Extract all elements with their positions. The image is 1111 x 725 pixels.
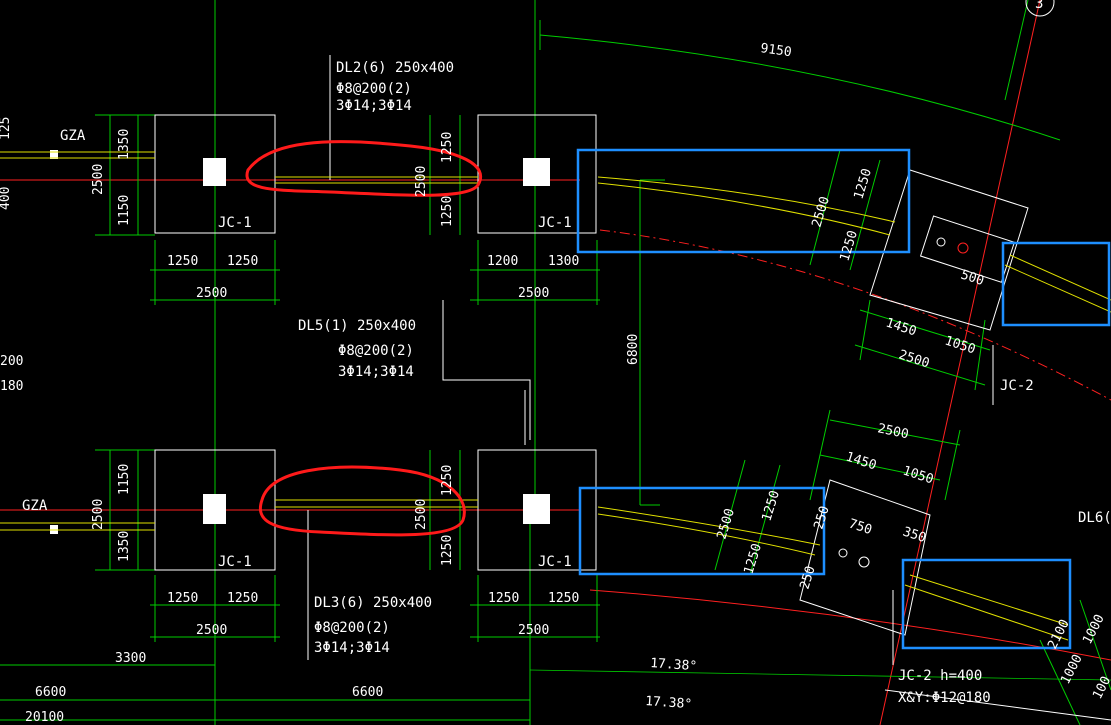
dl5-title: DL5(1) 250x400 (298, 318, 416, 334)
dim-1250-n: 1250 (741, 542, 764, 576)
dl6-label: DL6( (1078, 510, 1111, 526)
dim-6600-a: 6600 (35, 685, 66, 700)
column-top-right (523, 158, 550, 186)
dl3-title: DL3(6) 250x400 (314, 595, 432, 611)
jc2-height-note: JC-2 h=400 (898, 668, 982, 684)
dim-2500-b: 2500 (91, 499, 106, 530)
blue-markups (576, 148, 1111, 650)
dim-100: 100 (1090, 674, 1111, 702)
dim-1000-a: 1000 (1080, 612, 1108, 647)
dim-1250-g: 1250 (167, 591, 198, 606)
blue-markup-4 (901, 558, 1072, 650)
dim-1450-b: 1450 (844, 450, 878, 474)
dim-400-left: 400 (0, 187, 13, 210)
dim-1150-b: 1150 (117, 464, 132, 495)
red-markup-bottom (259, 465, 466, 537)
dim-1250-c: 1250 (440, 465, 455, 496)
dim-500: 500 (959, 268, 986, 290)
jc2-rebar-note: X&Y:Φ12@180 (898, 690, 991, 706)
footing-jc2-top (869, 169, 1029, 331)
dl2-bars: 3Φ14;3Φ14 (336, 98, 412, 114)
dim-1050-a: 1050 (943, 334, 977, 358)
dim-2500-h: 2500 (518, 623, 549, 638)
dim-1350-b: 1350 (117, 531, 132, 562)
cad-drawing-canvas[interactable]: DL2(6) 250x400 Φ8@200(2) 3Φ14;3Φ14 DL5(1… (0, 0, 1111, 725)
dl2-stirrup: Φ8@200(2) (336, 81, 412, 97)
dim-200-left: 200 (0, 354, 23, 369)
dim-6600-b: 6600 (352, 685, 383, 700)
blue-markup-2 (1001, 241, 1111, 327)
dim-750: 750 (847, 517, 874, 539)
dim-1250-e: 1250 (167, 254, 198, 269)
dim-20100: 20100 (25, 710, 64, 725)
dim-2500-j: 2500 (897, 348, 931, 372)
dl2-title: DL2(6) 250x400 (336, 60, 454, 76)
axis-lines (0, 0, 1111, 725)
dim-2500-f: 2500 (518, 286, 549, 301)
dim-2500-l: 2500 (714, 507, 737, 541)
dimension-lines (0, 0, 1111, 725)
column-bottom-right (523, 494, 550, 524)
dim-1250-i: 1250 (488, 591, 519, 606)
dim-2500-k: 2500 (876, 421, 910, 442)
dl3-stirrup: Φ8@200(2) (314, 620, 390, 636)
dim-2500-g: 2500 (196, 623, 227, 638)
column-top-left (203, 158, 226, 186)
dim-1250-a: 1250 (440, 132, 455, 163)
footing-outlines (154, 55, 1111, 721)
foundation-plan-drawing: DL2(6) 250x400 Φ8@200(2) 3Φ14;3Φ14 DL5(1… (0, 0, 1111, 725)
dim-2500-d: 2500 (414, 499, 429, 530)
annotations: DL2(6) 250x400 Φ8@200(2) 3Φ14;3Φ14 DL5(1… (0, 0, 1111, 725)
dim-1250-k: 1250 (851, 167, 874, 201)
dim-1300: 1300 (548, 254, 579, 269)
dim-1200: 1200 (487, 254, 518, 269)
elevation-2: 17.38° (645, 694, 693, 712)
column-bottom-left (203, 494, 226, 524)
dim-1250-d: 1250 (440, 535, 455, 566)
dim-125-left: 125 (0, 117, 13, 140)
dim-1250-l: 1250 (837, 229, 860, 263)
dim-3300: 3300 (115, 651, 146, 666)
dim-1000-b: 1000 (1058, 652, 1086, 687)
jc1-label-3: JC-1 (218, 554, 252, 570)
dim-2500-e: 2500 (196, 286, 227, 301)
jc1-label-2: JC-1 (538, 215, 572, 231)
dim-1250-j: 1250 (548, 591, 579, 606)
jc2-label: JC-2 (1000, 378, 1034, 394)
gza-label-top: GZA (60, 128, 86, 144)
dim-2100: 2100 (1045, 617, 1073, 652)
dl5-stirrup: Φ8@200(2) (338, 343, 414, 359)
dim-1250-f: 1250 (227, 254, 258, 269)
gza-label-bottom: GZA (22, 498, 48, 514)
dim-1250-h: 1250 (227, 591, 258, 606)
dl3-bars: 3Φ14;3Φ14 (314, 640, 390, 656)
dim-1250-b: 1250 (440, 196, 455, 227)
dim-1250-m: 1250 (759, 489, 782, 523)
dim-1050-b: 1050 (901, 464, 935, 488)
jc1-label-1: JC-1 (218, 215, 252, 231)
dim-2500-a: 2500 (91, 164, 106, 195)
dim-1150-a: 1150 (117, 195, 132, 226)
dim-1450-a: 1450 (884, 316, 918, 340)
dim-250-a: 250 (811, 504, 832, 531)
jc1-label-4: JC-1 (538, 554, 572, 570)
dim-180-left: 180 (0, 379, 23, 394)
dim-2500-c: 2500 (414, 166, 429, 197)
elevation-1: 17.38° (650, 656, 698, 674)
dim-1350-a: 1350 (117, 129, 132, 160)
dim-2500-i: 2500 (809, 195, 832, 229)
dim-6800: 6800 (626, 334, 641, 365)
dl5-bars: 3Φ14;3Φ14 (338, 364, 414, 380)
anchor-circles (838, 0, 1055, 568)
dim-9150: 9150 (759, 41, 792, 60)
dim-250-b: 250 (797, 564, 818, 591)
axis-bubble-label: 3 (1035, 0, 1043, 12)
